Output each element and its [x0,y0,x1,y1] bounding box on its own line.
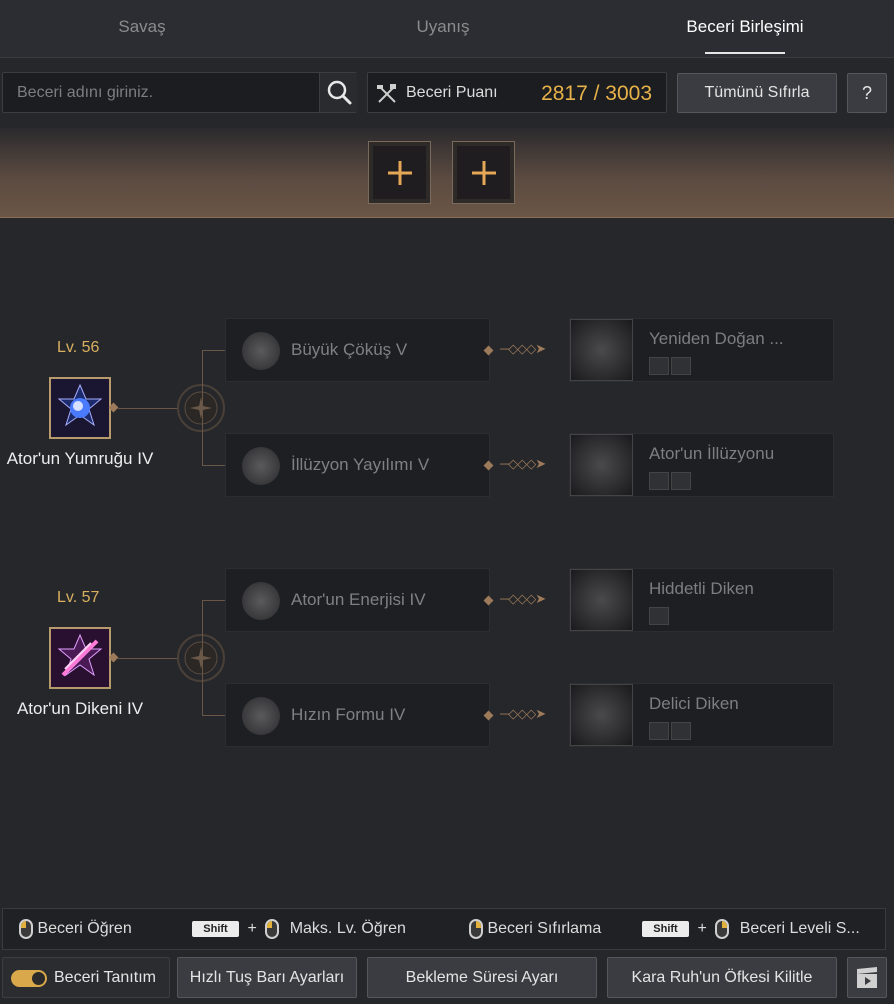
video-icon [857,967,877,988]
video-button[interactable] [847,957,887,998]
plus-icon [388,161,412,185]
tab-savas[interactable]: Savaş [0,0,291,58]
connector-line [202,600,226,601]
chain-arrow-icon: ─◇◇◇➤ [500,341,546,356]
right-click-icon [715,918,730,939]
result-skill-name: Hiddetli Diken [649,579,754,598]
result-skill[interactable]: Hiddetli Diken [569,568,834,632]
branch-skill-name: Büyük Çöküş V [291,340,408,359]
fusion-emblem-icon [177,384,225,432]
search-button[interactable] [319,73,357,112]
fusion-emblem-icon [177,634,225,682]
piercing-thorn-icon [570,684,633,746]
main-skill-icon[interactable] [49,627,111,689]
plus-icon [472,161,496,185]
illusion-result-icon [570,434,633,496]
skill-points-value: 2817 / 3003 [541,82,652,105]
claw-icon [649,357,669,375]
energy-skill-icon [242,582,280,620]
active-tab-indicator [705,52,785,54]
main-skill-name: Ator'un Dikeni IV [16,699,144,718]
skill-intro-label: Beceri Tanıtım [54,969,156,986]
result-skill-name: Ator'un İllüzyonu [649,444,775,463]
thorn-icon [51,629,109,687]
search-icon [327,80,352,105]
claw-icon [649,472,669,490]
connector-line [202,600,203,716]
result-skill[interactable]: Ator'un İllüzyonu [569,433,834,497]
illusion-skill-icon [242,447,280,485]
branch-skill[interactable]: İllüzyon Yayılımı V [225,433,490,497]
cooldown-settings-button[interactable]: Bekleme Süresi Ayarı [367,957,597,998]
connector-line [118,408,178,409]
connector-line [202,465,226,466]
feather-icon [649,607,669,625]
chain-arrow-icon: ─◇◇◇➤ [500,456,546,471]
main-skill-name: Ator'un Yumruğu IV [6,449,154,468]
help-level-reset: Shift + Beceri Leveli S... [642,909,860,949]
branch-skill-name: Hızın Formu IV [291,705,406,724]
furious-thorn-icon [570,569,633,631]
search-box: Beceri adını giriniz. [2,72,357,113]
tab-uyanis[interactable]: Uyanış [294,0,592,58]
chain-arrow-icon: ─◇◇◇➤ [500,591,546,606]
shift-key-icon: Shift [192,920,239,937]
reset-all-button[interactable]: Tümünü Sıfırla [677,73,837,113]
skill-level-label: Lv. 57 [57,589,100,606]
feather-icon [671,722,691,740]
connector-line [202,350,226,351]
main-skill-icon[interactable] [49,377,111,439]
shift-key-icon: Shift [642,920,689,937]
result-skill-name: Delici Diken [649,694,739,713]
toggle-switch[interactable] [11,970,47,987]
skill-points-label: Beceri Puanı [406,84,498,101]
toggle-knob [32,972,45,985]
connector-line [118,658,178,659]
speed-form-icon [242,697,280,735]
help-max-learn: Shift + Maks. Lv. Öğren [192,909,406,949]
claw-icon [649,722,669,740]
chain-arrow-icon: ─◇◇◇➤ [500,706,546,721]
branch-skill[interactable]: Büyük Çöküş V [225,318,490,382]
help-learn: Beceri Öğren [19,909,132,949]
skill-level-label: Lv. 56 [57,339,100,356]
feather-icon [671,472,691,490]
branch-skill[interactable]: Hızın Formu IV [225,683,490,747]
help-reset: Beceri Sıfırlama [469,909,601,949]
help-button[interactable]: ? [847,73,887,113]
connector-line [202,715,226,716]
left-click-icon [265,918,280,939]
crossed-tools-icon [377,84,396,103]
skill-intro-toggle[interactable]: Beceri Tanıtım [2,957,170,998]
branch-skill[interactable]: Ator'un Enerjisi IV [225,568,490,632]
search-input[interactable]: Beceri adını giriniz. [17,73,153,112]
result-skill[interactable]: Yeniden Doğan ... [569,318,834,382]
reborn-skill-icon [570,319,633,381]
collapse-skill-icon [242,332,280,370]
left-click-icon [19,918,33,939]
skill-points: Beceri Puanı 2817 / 3003 [367,72,667,113]
preset-band [0,128,894,218]
feather-icon [671,357,691,375]
result-skill[interactable]: Delici Diken [569,683,834,747]
tab-beceri-birlesimi[interactable]: Beceri Birleşimi [596,0,894,58]
lock-rage-button[interactable]: Kara Ruh'un Öfkesi Kilitle [607,957,837,998]
preset-slot-2[interactable] [452,141,515,204]
connector-line [202,350,203,466]
hotkey-bar-settings-button[interactable]: Hızlı Tuş Barı Ayarları [177,957,357,998]
preset-slot-1[interactable] [368,141,431,204]
branch-skill-name: İllüzyon Yayılımı V [291,455,430,474]
fist-icon [51,379,109,437]
branch-skill-name: Ator'un Enerjisi IV [291,590,426,609]
right-click-icon [469,918,483,939]
control-help-bar: Beceri Öğren Shift + Maks. Lv. Öğren Bec… [2,908,886,950]
result-skill-name: Yeniden Doğan ... [649,329,784,348]
